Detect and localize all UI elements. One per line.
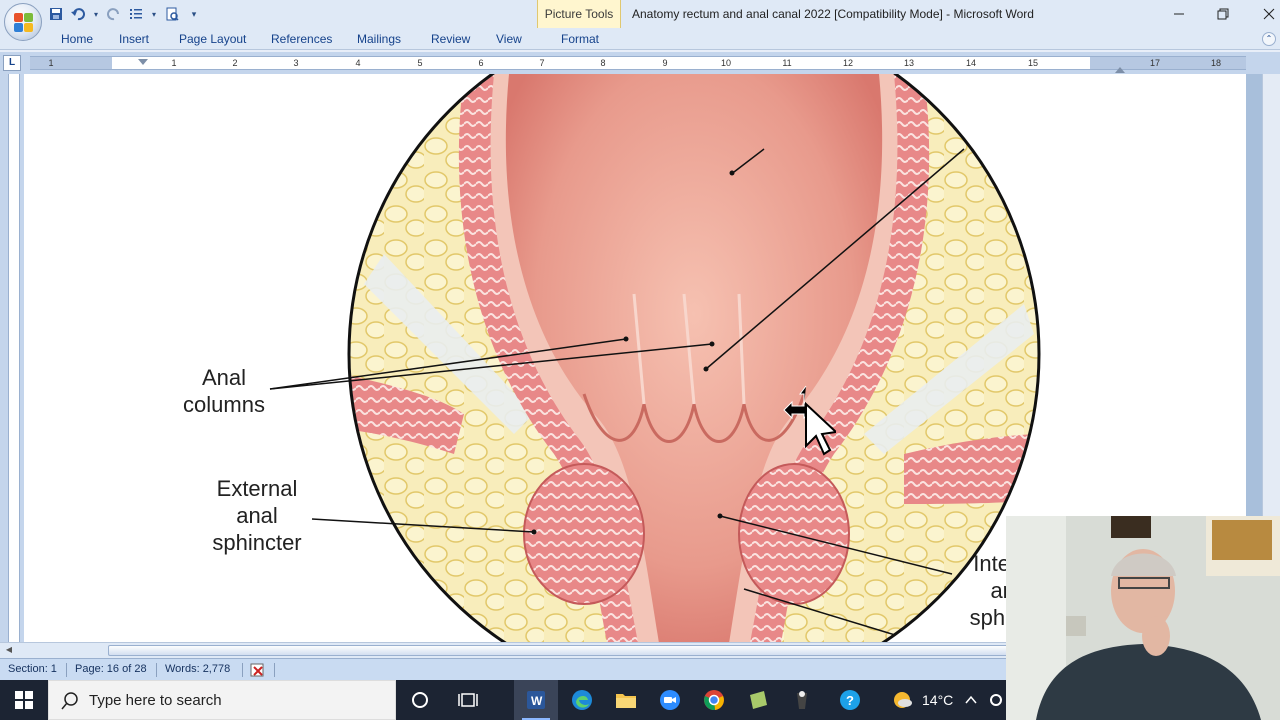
undo-icon[interactable]	[70, 6, 86, 22]
label-external-anal-sphincter: External anal sphincter	[202, 475, 312, 556]
help-icon[interactable]: ?	[828, 680, 872, 720]
ruler-bar: L 1 1 2 3 4 5 6 7 8 9 10 11 12 13 14 15 …	[0, 52, 1280, 74]
label-anal-columns: Anal columns	[174, 364, 274, 418]
start-button[interactable]	[0, 680, 48, 720]
ruler-number: 8	[600, 58, 606, 68]
ruler-number: 14	[965, 58, 977, 68]
tab-home[interactable]: Home	[61, 28, 93, 50]
chrome-icon[interactable]	[692, 680, 736, 720]
tab-view[interactable]: View	[496, 28, 522, 50]
ribbon-expand-icon[interactable]: ⌃	[1262, 32, 1276, 46]
horizontal-ruler[interactable]: 1 1 2 3 4 5 6 7 8 9 10 11 12 13 14 15 17…	[30, 56, 1246, 73]
tab-references[interactable]: References	[271, 28, 332, 50]
ruler-number: 13	[903, 58, 915, 68]
ruler-number: 9	[662, 58, 668, 68]
ruler-number: 1	[48, 58, 54, 68]
svg-text:?: ?	[846, 693, 854, 708]
ruler-number: 2	[232, 58, 238, 68]
label-line: sphincter	[212, 530, 302, 555]
weather-temperature[interactable]: 14°C	[922, 680, 953, 720]
office-button[interactable]	[4, 3, 42, 41]
edge-browser-icon[interactable]	[560, 680, 604, 720]
label-line: anal	[236, 503, 278, 528]
ruler-number: 1	[171, 58, 177, 68]
print-preview-icon[interactable]	[164, 6, 180, 22]
zoom-icon[interactable]	[648, 680, 692, 720]
search-placeholder: Type here to search	[89, 692, 222, 709]
tab-review[interactable]: Review	[431, 28, 470, 50]
tab-page-layout[interactable]: Page Layout	[179, 28, 246, 50]
task-view-icon[interactable]	[446, 680, 490, 720]
status-word-count[interactable]: Words: 2,778	[165, 659, 230, 680]
anatomy-illustration[interactable]	[344, 74, 1044, 642]
ruler-number: 6	[478, 58, 484, 68]
customize-toolbar-icon[interactable]: ▾	[186, 6, 202, 22]
label-internal-anal-sphincter: Inte ar sphi	[954, 550, 1010, 631]
dropdown-arrow-icon[interactable]: ▾	[92, 6, 100, 22]
window-title: Anatomy rectum and anal canal 2022 [Comp…	[632, 7, 1034, 21]
move-cursor-icon	[783, 385, 836, 456]
scrollbar-thumb[interactable]	[108, 645, 1008, 656]
tab-insert[interactable]: Insert	[119, 28, 149, 50]
tray-status-icon[interactable]	[986, 680, 1006, 720]
file-explorer-icon[interactable]	[604, 680, 648, 720]
ruler-number: 3	[293, 58, 299, 68]
right-indent-marker[interactable]	[1115, 67, 1125, 73]
title-bar: ▾ ▾ ▾ Picture Tools Anatomy rectum and a…	[0, 0, 1280, 28]
status-section[interactable]: Section: 1	[8, 659, 57, 680]
close-button[interactable]	[1246, 0, 1280, 28]
ruler-number: 10	[720, 58, 732, 68]
windows-icon	[15, 691, 33, 709]
ruler-number: 4	[355, 58, 361, 68]
ruler-number: 12	[842, 58, 854, 68]
label-line: sphi	[969, 605, 1010, 630]
label-line: ar	[990, 578, 1010, 603]
ruler-number: 15	[1027, 58, 1039, 68]
show-hidden-icons-chevron-icon[interactable]	[956, 680, 986, 720]
scroll-left-icon[interactable]: ◀	[4, 645, 14, 655]
ruler-number: 11	[782, 58, 792, 68]
svg-text:W: W	[531, 694, 543, 708]
label-line: columns	[183, 392, 265, 417]
left-indent-marker[interactable]	[138, 59, 148, 65]
label-line: External	[216, 476, 298, 501]
ruler-number: 17	[1149, 58, 1161, 68]
notes-app-icon[interactable]	[736, 680, 780, 720]
restore-button[interactable]	[1200, 0, 1246, 28]
taskbar-search-box[interactable]: Type here to search	[48, 680, 396, 720]
vertical-ruler[interactable]	[0, 74, 24, 642]
ribbon-tab-bar: Home Insert Page Layout References Maili…	[0, 28, 1280, 50]
webcam-overlay	[1006, 516, 1280, 720]
status-page[interactable]: Page: 16 of 28	[75, 659, 147, 680]
minimize-button[interactable]	[1156, 0, 1202, 28]
tab-mailings[interactable]: Mailings	[357, 28, 401, 50]
ruler-number: 18	[1210, 58, 1222, 68]
horizontal-scrollbar[interactable]: ◀	[0, 642, 1008, 658]
app-icon[interactable]	[780, 680, 824, 720]
quick-access-toolbar: ▾ ▾ ▾	[48, 4, 202, 24]
tab-stop-selector[interactable]: L	[3, 55, 21, 71]
office-logo-icon	[14, 13, 34, 33]
search-icon	[61, 692, 78, 710]
ruler-number: 7	[539, 58, 545, 68]
list-icon[interactable]	[128, 6, 144, 22]
tab-format[interactable]: Format	[561, 28, 599, 50]
redo-icon[interactable]	[106, 6, 122, 22]
label-line: Inte	[973, 551, 1010, 576]
picture-tools-context-label: Picture Tools	[537, 0, 621, 28]
cortana-icon[interactable]	[398, 680, 442, 720]
status-bar: Section: 1 Page: 16 of 28 Words: 2,778	[0, 658, 1006, 680]
weather-icon[interactable]	[880, 680, 924, 720]
ruler-number: 5	[417, 58, 423, 68]
label-line: Anal	[201, 365, 247, 390]
dropdown-arrow-icon[interactable]: ▾	[150, 6, 158, 22]
save-icon[interactable]	[48, 6, 64, 22]
word-taskbar-icon[interactable]: W	[514, 680, 558, 720]
taskbar: Type here to search W ? 14°C	[0, 680, 1006, 720]
